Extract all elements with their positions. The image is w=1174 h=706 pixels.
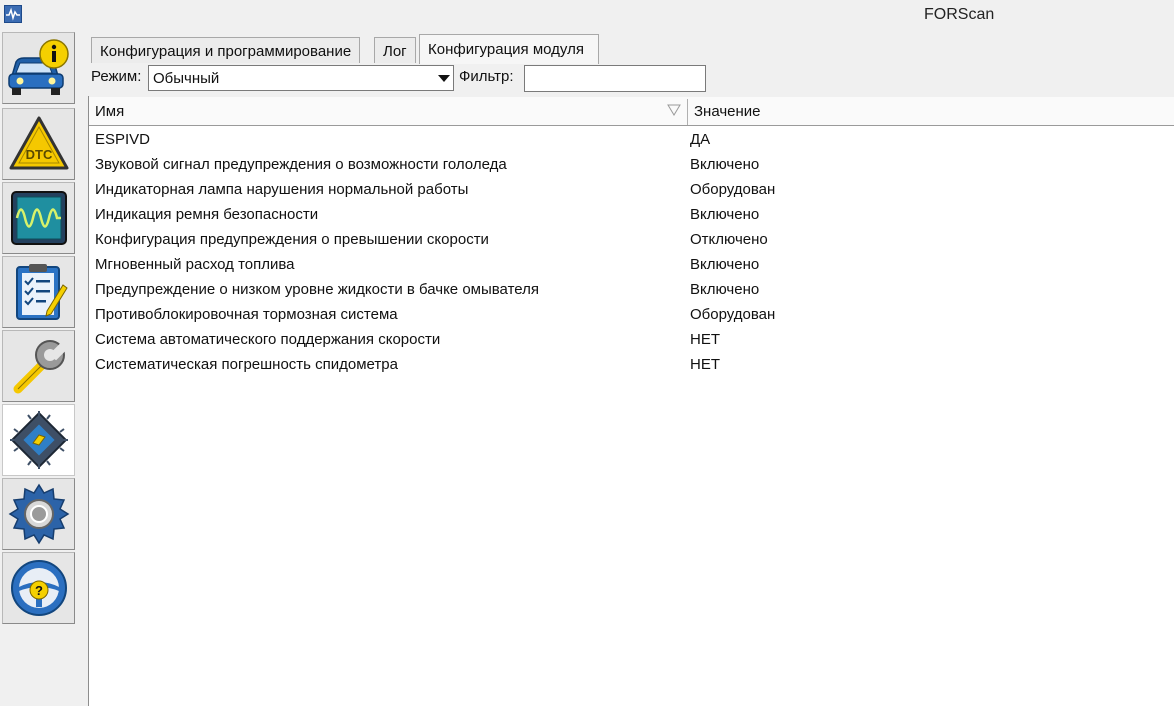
svg-text:?: ? xyxy=(35,583,43,598)
sidebar-item-settings[interactable] xyxy=(2,478,75,550)
row-name: Индикация ремня безопасности xyxy=(95,206,319,223)
row-name: Противоблокировочная тормозная система xyxy=(95,306,398,323)
tab-log[interactable]: Лог xyxy=(374,37,416,63)
svg-text:DTC: DTC xyxy=(25,147,52,162)
chip-config-icon xyxy=(9,411,68,469)
table-row[interactable]: Предупреждение о низком уровне жидкости … xyxy=(89,277,1174,302)
row-value: Отключено xyxy=(690,231,768,248)
sidebar-item-configuration[interactable] xyxy=(2,404,75,476)
checklist-icon xyxy=(15,264,68,320)
row-name: Индикаторная лампа нарушения нормальной … xyxy=(95,181,469,198)
row-name: Конфигурация предупреждения о превышении… xyxy=(95,231,489,248)
row-name: Систематическая погрешность спидометра xyxy=(95,356,398,373)
column-header-value[interactable]: Значение xyxy=(694,103,761,120)
row-value: Включено xyxy=(690,256,760,273)
table-row[interactable]: Индикация ремня безопасности Включено xyxy=(89,202,1174,227)
row-value: Оборудован xyxy=(690,181,776,198)
table-header: Имя Значение xyxy=(89,97,1174,126)
table-row[interactable]: ESPIVD ДА xyxy=(89,127,1174,152)
table-row[interactable]: Звуковой сигнал предупреждения о возможн… xyxy=(89,152,1174,177)
mode-select-value: Обычный xyxy=(153,70,220,87)
row-name: ESPIVD xyxy=(95,131,151,148)
row-value: Включено xyxy=(690,206,760,223)
table-row[interactable]: Конфигурация предупреждения о превышении… xyxy=(89,227,1174,252)
steering-help-icon: ? xyxy=(10,560,67,616)
table-row[interactable]: Система автоматического поддержания скор… xyxy=(89,327,1174,352)
filter-input[interactable] xyxy=(524,65,706,92)
sidebar-item-dtc[interactable]: DTC xyxy=(2,108,75,180)
row-value: ДА xyxy=(690,131,711,148)
row-name: Мгновенный расход топлива xyxy=(95,256,295,273)
tab-module-configuration[interactable]: Конфигурация модуля xyxy=(419,34,599,64)
row-name: Звуковой сигнал предупреждения о возможн… xyxy=(95,156,507,173)
gear-icon xyxy=(8,483,69,545)
app-icon[interactable] xyxy=(4,5,22,23)
window-title: FORScan xyxy=(924,6,995,23)
row-name: Система автоматического поддержания скор… xyxy=(95,331,441,348)
sidebar-item-vehicle-info[interactable] xyxy=(2,32,75,104)
mode-select[interactable]: Обычный xyxy=(148,65,454,91)
filter-toolbar: Режим: Обычный Фильтр: xyxy=(89,64,1174,94)
dtc-warning-icon: DTC xyxy=(9,116,68,170)
sidebar: DTC ? xyxy=(0,30,79,706)
row-value: НЕТ xyxy=(690,356,720,373)
column-divider[interactable] xyxy=(687,99,688,125)
sidebar-item-tests[interactable] xyxy=(2,256,75,328)
sidebar-item-help[interactable]: ? xyxy=(2,552,75,624)
filter-label: Фильтр: xyxy=(459,68,514,85)
wrench-icon xyxy=(13,339,69,394)
tab-configuration-programming[interactable]: Конфигурация и программирование xyxy=(91,37,361,63)
table-row[interactable]: Систематическая погрешность спидометра Н… xyxy=(89,352,1174,377)
config-table: Имя Значение ESPIVD ДА Звуковой сигнал п… xyxy=(89,97,1174,706)
row-value: НЕТ xyxy=(690,331,720,348)
mode-label: Режим: xyxy=(91,68,142,85)
sidebar-item-oscilloscope[interactable] xyxy=(2,182,75,254)
sidebar-item-service[interactable] xyxy=(2,330,75,402)
car-info-icon xyxy=(7,39,69,95)
row-value: Оборудован xyxy=(690,306,776,323)
table-row[interactable]: Мгновенный расход топлива Включено xyxy=(89,252,1174,277)
row-value: Включено xyxy=(690,281,760,298)
column-header-name[interactable]: Имя xyxy=(95,103,124,120)
sort-icon[interactable] xyxy=(667,104,681,116)
table-row[interactable]: Противоблокировочная тормозная система О… xyxy=(89,302,1174,327)
chevron-down-icon[interactable] xyxy=(435,66,453,90)
row-value: Включено xyxy=(690,156,760,173)
table-row[interactable]: Индикаторная лампа нарушения нормальной … xyxy=(89,177,1174,202)
oscilloscope-icon xyxy=(10,191,67,245)
title-bar: FORScan xyxy=(0,0,1174,30)
row-name: Предупреждение о низком уровне жидкости … xyxy=(95,281,539,298)
